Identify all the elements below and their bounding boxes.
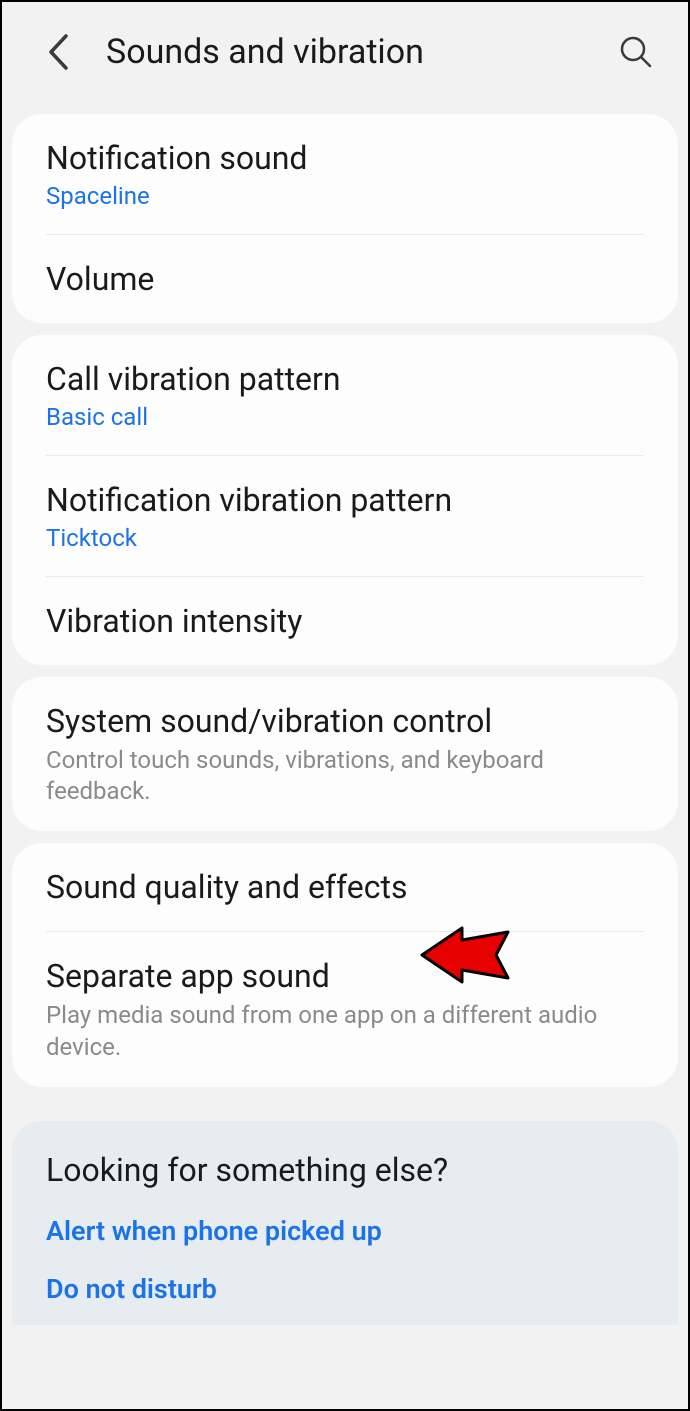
- back-icon[interactable]: [38, 32, 78, 72]
- settings-group-1: Notification sound Spaceline Volume: [12, 114, 678, 323]
- sound-quality-row[interactable]: Sound quality and effects: [12, 843, 678, 931]
- vibration-intensity-row[interactable]: Vibration intensity: [12, 577, 678, 665]
- row-desc: Control touch sounds, vibrations, and ke…: [46, 745, 644, 807]
- call-vibration-row[interactable]: Call vibration pattern Basic call: [12, 335, 678, 455]
- footer-link-alert[interactable]: Alert when phone picked up: [46, 1215, 644, 1247]
- footer-suggestions: Looking for something else? Alert when p…: [12, 1121, 678, 1325]
- volume-row[interactable]: Volume: [12, 235, 678, 323]
- row-title: Volume: [46, 259, 644, 299]
- row-title: Separate app sound: [46, 956, 644, 996]
- app-header: Sounds and vibration: [2, 2, 688, 102]
- page-title: Sounds and vibration: [106, 32, 614, 72]
- row-title: Notification sound: [46, 138, 644, 178]
- footer-link-dnd[interactable]: Do not disturb: [46, 1273, 644, 1305]
- row-title: Call vibration pattern: [46, 359, 644, 399]
- notification-sound-row[interactable]: Notification sound Spaceline: [12, 114, 678, 234]
- row-value: Ticktock: [46, 524, 644, 552]
- system-sound-row[interactable]: System sound/vibration control Control t…: [12, 677, 678, 831]
- row-title: Vibration intensity: [46, 601, 644, 641]
- row-title: System sound/vibration control: [46, 701, 644, 741]
- row-title: Sound quality and effects: [46, 867, 644, 907]
- row-value: Spaceline: [46, 182, 644, 210]
- search-icon[interactable]: [614, 30, 658, 74]
- row-value: Basic call: [46, 403, 644, 431]
- footer-title: Looking for something else?: [46, 1151, 644, 1189]
- separate-app-sound-row[interactable]: Separate app sound Play media sound from…: [12, 932, 678, 1086]
- row-desc: Play media sound from one app on a diffe…: [46, 1000, 644, 1062]
- settings-group-3: System sound/vibration control Control t…: [12, 677, 678, 831]
- settings-group-2: Call vibration pattern Basic call Notifi…: [12, 335, 678, 665]
- settings-group-4: Sound quality and effects Separate app s…: [12, 843, 678, 1086]
- row-title: Notification vibration pattern: [46, 480, 644, 520]
- notification-vibration-row[interactable]: Notification vibration pattern Ticktock: [12, 456, 678, 576]
